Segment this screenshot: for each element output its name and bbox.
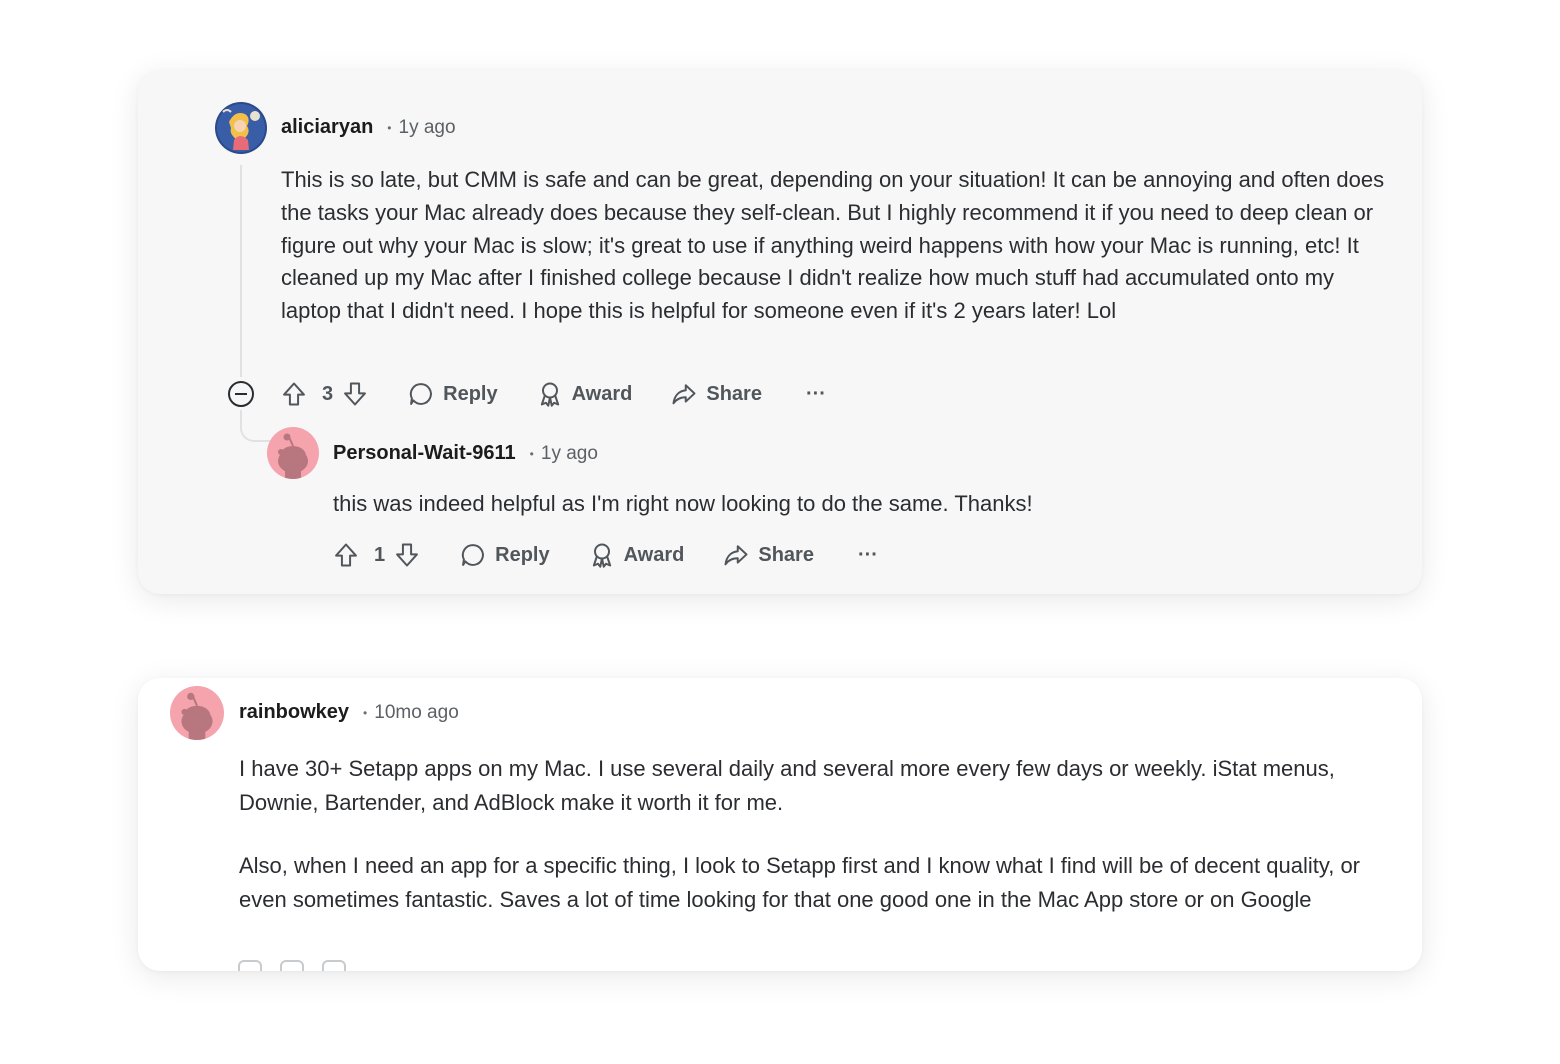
vote-count: 1	[374, 543, 386, 566]
username-link[interactable]: aliciaryan	[281, 116, 373, 139]
thread-line[interactable]	[240, 165, 242, 377]
comment-card: rainbowkey • 10mo ago I have 30+ Setapp …	[138, 678, 1422, 971]
comment-action-bar: 3 Reply Award Share ···	[280, 377, 826, 411]
username-link[interactable]: rainbowkey	[239, 701, 349, 724]
award-button[interactable]: Award	[588, 541, 685, 569]
vote-count: 3	[322, 382, 334, 405]
timestamp[interactable]: 1y ago	[399, 117, 456, 139]
reply-username-link[interactable]: Personal-Wait-9611	[333, 442, 516, 465]
comment-paragraph: I have 30+ Setapp apps on my Mac. I use …	[239, 756, 1335, 815]
award-icon	[536, 380, 564, 408]
award-label: Award	[623, 543, 685, 566]
award-label: Award	[571, 382, 633, 405]
comment-paragraph: Also, when I need an app for a specific …	[239, 853, 1361, 912]
reply-label: Reply	[443, 382, 498, 405]
comment-thread-card: aliciaryan • 1y ago This is so late, but…	[138, 70, 1422, 594]
more-options-button[interactable]: ···	[858, 544, 878, 567]
comment-bubble-icon[interactable]	[322, 960, 346, 971]
reply-button[interactable]: Reply	[407, 380, 498, 408]
snoo-avatar-icon	[267, 427, 319, 479]
separator-dot: •	[363, 705, 368, 720]
upvote-icon[interactable]	[280, 380, 308, 408]
upvote-icon[interactable]	[238, 960, 262, 971]
reply-action-bar: 1 Reply Award Share ···	[332, 538, 878, 572]
user-avatar[interactable]	[215, 102, 267, 154]
comment-paragraph: This is so late, but CMM is safe and can…	[281, 167, 1385, 324]
comment-bubble-icon	[407, 380, 435, 408]
comment-body: I have 30+ Setapp apps on my Mac. I use …	[239, 752, 1399, 917]
upvote-icon[interactable]	[332, 541, 360, 569]
reply-body: this was indeed helpful as I'm right now…	[333, 488, 1383, 521]
user-avatar[interactable]	[170, 686, 224, 740]
reply-label: Reply	[495, 543, 550, 566]
share-button[interactable]: Share	[670, 380, 762, 408]
separator-dot: •	[529, 446, 534, 461]
share-label: Share	[706, 382, 762, 405]
collapse-thread-button[interactable]	[228, 381, 254, 407]
ellipsis-icon: ···	[805, 382, 826, 405]
more-options-button[interactable]: ···	[806, 383, 826, 406]
avatar-image-icon	[215, 102, 267, 154]
award-icon	[588, 541, 616, 569]
comment-meta: rainbowkey • 10mo ago	[239, 701, 459, 724]
downvote-icon[interactable]	[280, 960, 304, 971]
reply-paragraph: this was indeed helpful as I'm right now…	[333, 491, 1033, 516]
reply-meta: Personal-Wait-9611 • 1y ago	[333, 442, 598, 465]
comment-bubble-icon	[459, 541, 487, 569]
ellipsis-icon: ···	[857, 543, 878, 566]
comment-body: This is so late, but CMM is safe and can…	[281, 164, 1386, 328]
separator-dot: •	[387, 120, 392, 135]
share-arrow-icon	[670, 380, 698, 408]
share-label: Share	[758, 543, 814, 566]
reply-connector	[240, 410, 272, 442]
share-arrow-icon	[722, 541, 750, 569]
timestamp[interactable]: 10mo ago	[374, 702, 459, 724]
comment-meta: aliciaryan • 1y ago	[281, 116, 456, 139]
reply-timestamp[interactable]: 1y ago	[541, 443, 598, 465]
snoo-avatar-icon	[170, 686, 224, 740]
clipped-action-bar	[238, 960, 418, 971]
downvote-icon[interactable]	[341, 380, 369, 408]
reply-user-avatar[interactable]	[267, 427, 319, 479]
share-button[interactable]: Share	[722, 541, 814, 569]
reply-button[interactable]: Reply	[459, 541, 550, 569]
downvote-icon[interactable]	[393, 541, 421, 569]
award-button[interactable]: Award	[536, 380, 633, 408]
